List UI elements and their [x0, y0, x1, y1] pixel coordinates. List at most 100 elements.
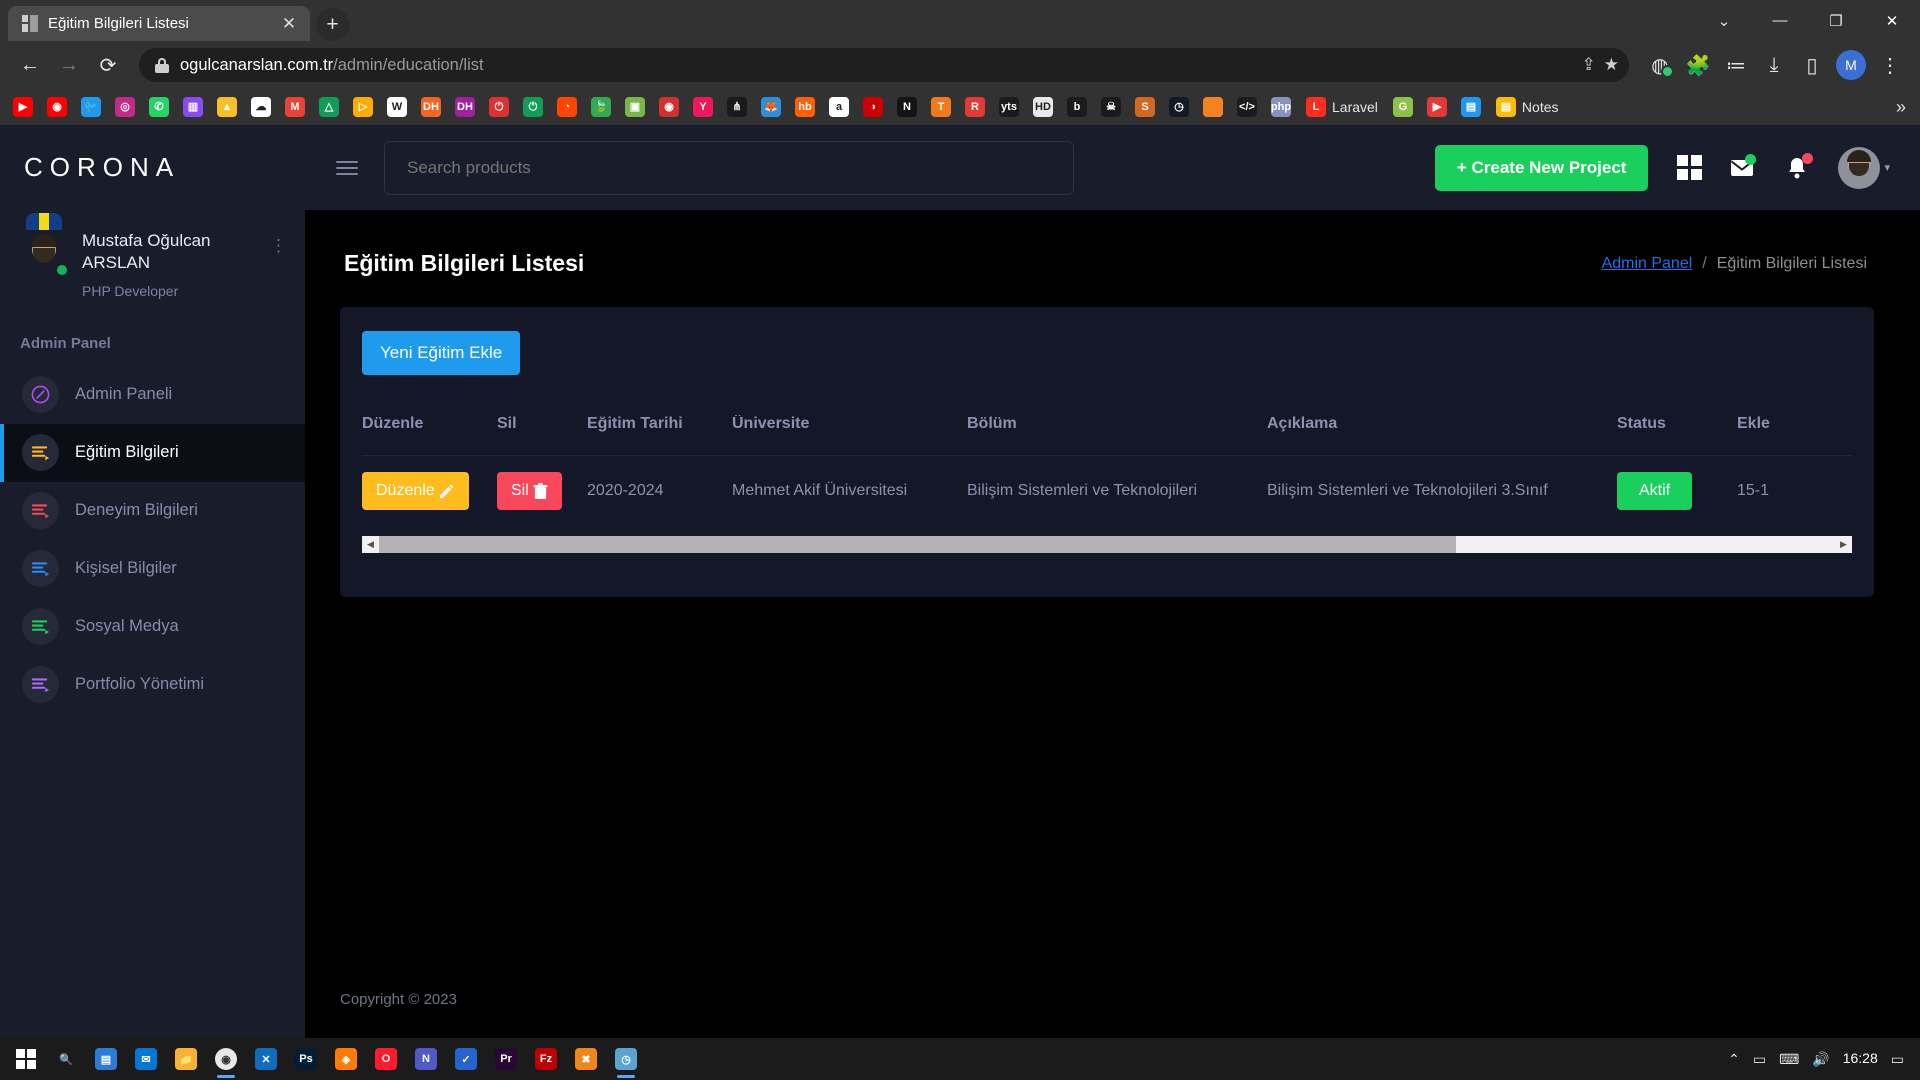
- bookmark-twitch[interactable]: ▥: [176, 91, 210, 123]
- bookmark-trendyol[interactable]: T: [924, 91, 958, 123]
- puzzle-icon[interactable]: 🧩: [1680, 47, 1716, 83]
- search-input[interactable]: [407, 158, 1051, 178]
- bookmark-yts[interactable]: yts: [992, 91, 1026, 123]
- mail-icon[interactable]: [1730, 155, 1756, 181]
- bookmark-pirate[interactable]: ☠: [1094, 91, 1128, 123]
- menu-icon[interactable]: [330, 155, 364, 181]
- reading-list-icon[interactable]: ≔: [1718, 47, 1754, 83]
- bookmark-instagram[interactable]: ◎: [108, 91, 142, 123]
- side-panel-icon[interactable]: ▯: [1794, 47, 1830, 83]
- scroll-right-arrow[interactable]: ▶: [1835, 536, 1852, 553]
- delete-button[interactable]: Sil: [497, 472, 562, 510]
- bookmark-r-red[interactable]: R: [958, 91, 992, 123]
- sidebar-item-sosyal-medya[interactable]: Sosyal Medya: [0, 598, 305, 656]
- add-education-button[interactable]: Yeni Eğitim Ekle: [362, 331, 520, 375]
- bookmark-netflix[interactable]: N: [890, 91, 924, 123]
- tray-expand-icon[interactable]: ⌃: [1728, 1051, 1740, 1068]
- bookmark-play[interactable]: ▷: [346, 91, 380, 123]
- forward-icon[interactable]: →: [51, 47, 87, 83]
- taskbar-xampp[interactable]: ✖: [566, 1038, 606, 1080]
- taskbar-file-explorer[interactable]: 📁: [166, 1038, 206, 1080]
- bookmark-leaf[interactable]: 🍃: [584, 91, 618, 123]
- bookmark-yemeksepeti[interactable]: Y: [686, 91, 720, 123]
- scrollbar-track[interactable]: [379, 536, 1835, 553]
- taskbar-todo[interactable]: ✓: [446, 1038, 486, 1080]
- bookmark-power-red[interactable]: ⏻: [482, 91, 516, 123]
- bookmark-drive[interactable]: ▲: [210, 91, 244, 123]
- bookmark-camera[interactable]: ◉: [652, 91, 686, 123]
- taskbar-search-icon[interactable]: 🔍: [46, 1038, 86, 1080]
- brand-logo[interactable]: CORONA: [0, 125, 305, 210]
- share-icon[interactable]: ⇪: [1582, 55, 1596, 75]
- close-tab-icon[interactable]: ✕: [278, 13, 300, 35]
- bookmark-onedrive[interactable]: ☁: [244, 91, 278, 123]
- sidebar-item-portfolio-yönetimi[interactable]: Portfolio Yönetimi: [0, 656, 305, 714]
- clock[interactable]: 16:28: [1843, 1051, 1878, 1066]
- downloads-icon[interactable]: ⤓: [1756, 47, 1792, 83]
- profile-avatar[interactable]: M: [1836, 50, 1866, 80]
- bookmark-amazon[interactable]: a: [822, 91, 856, 123]
- taskbar-task-view-icon[interactable]: ▤: [86, 1038, 126, 1080]
- taskbar-opera[interactable]: O: [366, 1038, 406, 1080]
- taskbar-mail-app[interactable]: ✉: [126, 1038, 166, 1080]
- bookmark-dh-purple[interactable]: DH: [448, 91, 482, 123]
- bookmark-gmail[interactable]: M: [278, 91, 312, 123]
- bookmark-whatsapp[interactable]: ✆: [142, 91, 176, 123]
- bookmark-hepsiburada[interactable]: hb: [788, 91, 822, 123]
- bookmark-firefox[interactable]: 🦊: [754, 91, 788, 123]
- bookmark-power-green[interactable]: ⏻: [516, 91, 550, 123]
- bookmark-laravel[interactable]: LLaravel: [1298, 91, 1386, 123]
- horizontal-scrollbar[interactable]: ◀ ▶: [362, 536, 1852, 553]
- bookmark-play-red[interactable]: ▶: [1420, 91, 1454, 123]
- bookmark-photos[interactable]: ▣: [618, 91, 652, 123]
- profile-menu-icon[interactable]: ⋮: [270, 230, 287, 256]
- battery-icon[interactable]: ▭: [1753, 1051, 1766, 1068]
- taskbar-photoshop[interactable]: Ps: [286, 1038, 326, 1080]
- chevron-down-icon[interactable]: ▾: [1884, 161, 1890, 174]
- bell-icon[interactable]: [1784, 155, 1810, 181]
- taskbar-teams[interactable]: N: [406, 1038, 446, 1080]
- taskbar-vscode[interactable]: ✕: [246, 1038, 286, 1080]
- bookmark-hd-film[interactable]: HD: [1026, 91, 1060, 123]
- bookmark-sibnet[interactable]: S: [1128, 91, 1162, 123]
- bookmark-youtube-music[interactable]: ◉: [40, 91, 74, 123]
- bookmark-twitter[interactable]: 🐦: [74, 91, 108, 123]
- sidebar-profile[interactable]: Mustafa Oğulcan ARSLAN PHP Developer ⋮: [0, 210, 305, 307]
- bookmark-blogger[interactable]: b: [1060, 91, 1094, 123]
- address-bar[interactable]: ogulcanarslan.com.tr/admin/education/lis…: [139, 48, 1629, 82]
- bookmark-wikipedia[interactable]: W: [380, 91, 414, 123]
- reload-icon[interactable]: ⟳: [90, 47, 126, 83]
- bookmark-reddit[interactable]: ◔: [550, 91, 584, 123]
- maximize-icon[interactable]: ❐: [1808, 0, 1864, 41]
- start-button[interactable]: [6, 1038, 46, 1080]
- new-tab-button[interactable]: +: [316, 8, 349, 41]
- media-icon[interactable]: ◍: [1642, 47, 1678, 83]
- edit-button[interactable]: Düzenle: [362, 472, 469, 510]
- bookmarks-overflow-icon[interactable]: »: [1888, 97, 1914, 118]
- scroll-left-arrow[interactable]: ◀: [362, 536, 379, 553]
- taskbar-illustrator[interactable]: ◈: [326, 1038, 366, 1080]
- breadcrumb-link-admin-panel[interactable]: Admin Panel: [1602, 255, 1693, 273]
- grid-icon[interactable]: [1676, 155, 1702, 181]
- sidebar-item-eğitim-bilgileri[interactable]: Eğitim Bilgileri: [0, 424, 305, 482]
- volume-icon[interactable]: 🔊: [1812, 1051, 1829, 1068]
- bookmark-star-icon[interactable]: ★: [1604, 55, 1619, 75]
- bookmark-speedtest[interactable]: ◷: [1162, 91, 1196, 123]
- chrome-menu-icon[interactable]: ⋮: [1872, 47, 1908, 83]
- scrollbar-thumb[interactable]: [379, 536, 1456, 553]
- back-icon[interactable]: ←: [12, 47, 48, 83]
- bookmark-code[interactable]: </>: [1230, 91, 1264, 123]
- bookmark-photo-tool[interactable]: ▤: [1454, 91, 1488, 123]
- close-window-icon[interactable]: ✕: [1864, 0, 1920, 41]
- sidebar-item-admin-paneli[interactable]: Admin Paneli: [0, 366, 305, 424]
- bookmark-youtube[interactable]: ▶: [6, 91, 40, 123]
- bookmark-jira[interactable]: ⋔: [720, 91, 754, 123]
- taskbar-postman[interactable]: ◷: [606, 1038, 646, 1080]
- bookmark-php[interactable]: php: [1264, 91, 1298, 123]
- navbar-avatar-menu[interactable]: ▾: [1838, 147, 1890, 189]
- minimize-icon[interactable]: —: [1752, 0, 1808, 41]
- search-box[interactable]: [384, 141, 1074, 195]
- minimize-all-icon[interactable]: ⌄: [1696, 0, 1752, 41]
- bookmark-git[interactable]: G: [1386, 91, 1420, 123]
- bookmark-orange-square[interactable]: [1196, 91, 1230, 123]
